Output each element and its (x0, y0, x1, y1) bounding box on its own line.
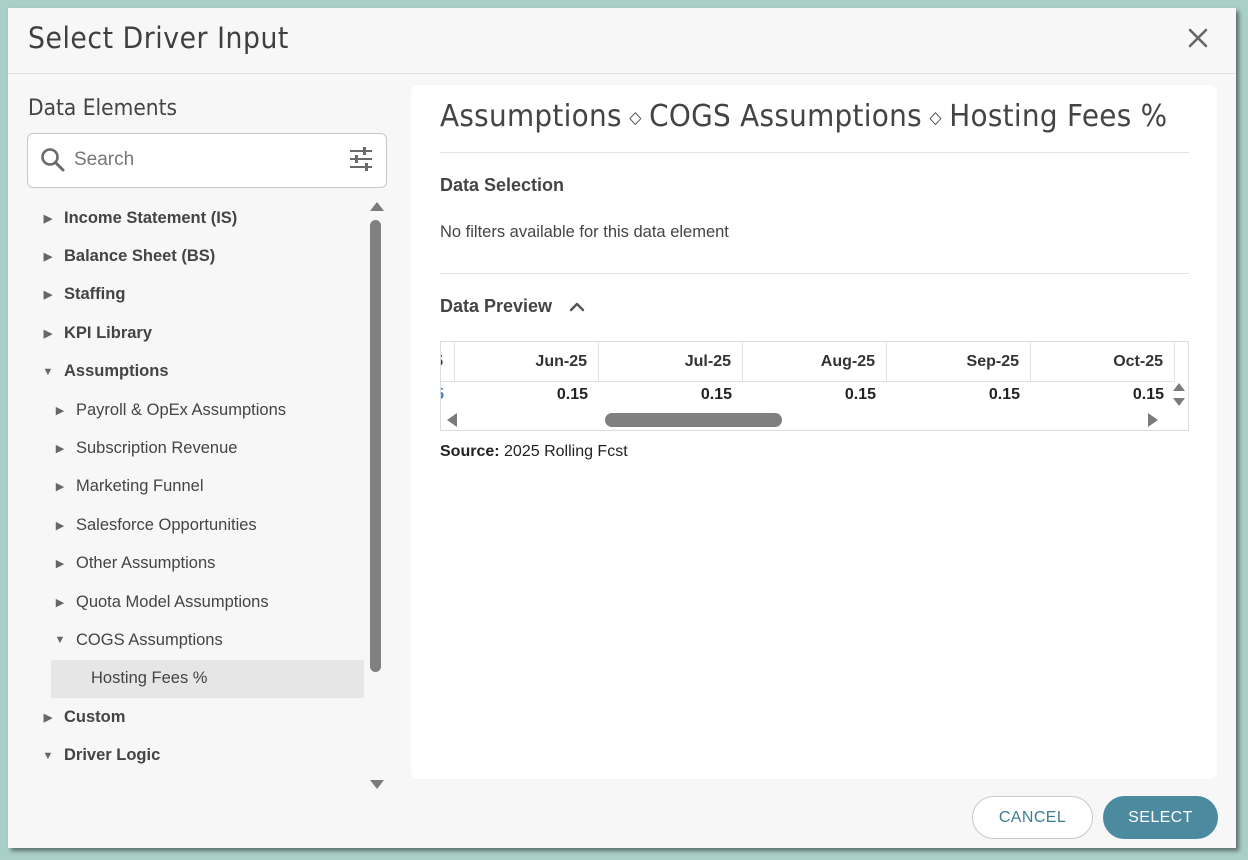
grid-scroll-down-icon[interactable] (1173, 398, 1185, 406)
scroll-left-arrow-icon[interactable] (447, 413, 457, 427)
tree-item-label: Balance Sheet (BS) (64, 246, 216, 265)
tree-item[interactable]: ▶ Income Statement (IS) (38, 199, 364, 237)
grid-cell: 0.15 (556, 386, 588, 403)
tree-item[interactable]: ▶ Other Assumptions (50, 545, 364, 583)
detail-panel: Assumptions ◇ COGS Assumptions ◇ Hosting Fee… (411, 85, 1217, 779)
breadcrumb: Assumptions ◇ COGS Assumptions ◇ Hosting Fee… (440, 99, 1167, 134)
tree-item-label: Assumptions (64, 362, 169, 381)
source-value: 2025 Rolling Fcst (504, 443, 628, 460)
data-elements-tree: ▶ Income Statement (IS) ▶ Balance Sheet (BS… (8, 199, 368, 789)
breadcrumb-separator-icon: ◇ (929, 108, 942, 128)
data-elements-panel: Data Elements ▶ Income Statement (IS) ▶ Bal… (8, 75, 408, 789)
caret-right-icon[interactable]: ▶ (38, 212, 58, 225)
caret-right-icon[interactable]: ▶ (50, 519, 70, 532)
grid-cell: 5 (441, 382, 455, 408)
tree-item-label: Other Assumptions (76, 554, 216, 573)
grid-scroll-up-icon[interactable] (1173, 383, 1185, 391)
tree-item-label: Payroll & OpEx Assumptions (76, 400, 287, 419)
data-elements-heading: Data Elements (28, 96, 178, 121)
caret-right-icon[interactable]: ▶ (38, 711, 58, 724)
grid-column-header: Sep-25 (887, 342, 1031, 381)
breadcrumb-item: Hosting Fees % (949, 99, 1168, 134)
scroll-down-arrow-icon[interactable] (370, 780, 384, 789)
chevron-up-icon[interactable] (568, 298, 586, 316)
search-box (27, 133, 387, 188)
dialog-title: Select Driver Input (28, 21, 289, 55)
grid-column-header: 5 (441, 342, 455, 381)
breadcrumb-item: Assumptions (440, 99, 622, 134)
grid-cell: 0.15 (988, 386, 1020, 403)
tree-item-label: Income Statement (IS) (64, 208, 238, 227)
no-filters-message: No filters available for this data eleme… (440, 223, 729, 241)
tree-item[interactable]: ▶ Marketing Funnel (50, 468, 364, 506)
caret-down-icon[interactable]: ▼ (38, 750, 58, 762)
tree-item[interactable]: ▶ Custom (38, 698, 364, 736)
tree-item-label: Salesforce Opportunities (76, 515, 257, 534)
tree-item[interactable]: Hosting Fees % (51, 659, 364, 698)
data-preview-grid: 5 Jun-25 Jul-25 Aug-25 Sep-25 Oct-25 5 0… (440, 341, 1189, 431)
grid-cell: 0.15 (700, 386, 732, 403)
tree-item[interactable]: ▶ Subscription Revenue (50, 429, 364, 467)
tree-item-label: COGS Assumptions (76, 630, 223, 649)
caret-right-icon[interactable]: ▶ (38, 327, 58, 340)
close-icon[interactable] (1186, 26, 1210, 50)
tree-item[interactable]: ▶ Quota Model Assumptions (50, 583, 364, 621)
tree-item-label: Quota Model Assumptions (76, 592, 269, 611)
caret-right-icon[interactable]: ▶ (50, 557, 70, 570)
caret-right-icon[interactable]: ▶ (50, 404, 70, 417)
tree-item-label: Driver Logic (64, 746, 161, 765)
grid-header-row: 5 Jun-25 Jul-25 Aug-25 Sep-25 Oct-25 (441, 342, 1175, 382)
grid-column-header: Jul-25 (599, 342, 743, 381)
source-label: Source: (440, 443, 500, 460)
grid-column-header: Jun-25 (455, 342, 599, 381)
scroll-thumb[interactable] (370, 220, 381, 672)
divider (440, 152, 1189, 153)
scroll-right-arrow-icon[interactable] (1148, 413, 1158, 427)
scroll-up-arrow-icon[interactable] (370, 202, 384, 211)
caret-right-icon[interactable]: ▶ (50, 596, 70, 609)
tree-item[interactable]: ▼ Assumptions (38, 353, 364, 391)
tree-item[interactable]: ▶ Staffing (38, 276, 364, 314)
tree-item[interactable]: ▼ Driver Logic (38, 737, 364, 775)
search-input[interactable] (74, 146, 334, 174)
select-driver-input-dialog: Select Driver Input Data Elements ▶ Incom… (8, 8, 1236, 848)
horizontal-scroll-thumb[interactable] (605, 413, 782, 427)
caret-right-icon[interactable]: ▶ (50, 480, 70, 493)
grid-data-row: 5 0.15 0.15 0.15 0.15 0.15 (441, 382, 1175, 408)
tree-item-label: Custom (64, 707, 126, 726)
divider (440, 273, 1189, 274)
caret-down-icon[interactable]: ▼ (38, 366, 58, 378)
dialog-header: Select Driver Input (8, 8, 1236, 74)
caret-right-icon[interactable]: ▶ (50, 442, 70, 455)
data-preview-title[interactable]: Data Preview (440, 296, 552, 317)
tree-item-label: Subscription Revenue (76, 438, 238, 457)
tree-item[interactable]: ▶ Salesforce Opportunities (50, 506, 364, 544)
data-selection-title: Data Selection (440, 175, 565, 195)
grid-column-header: Oct-25 (1031, 342, 1175, 381)
tree-item-label: Marketing Funnel (76, 477, 204, 496)
tree-item-label: Hosting Fees % (91, 669, 208, 688)
caret-down-icon[interactable]: ▼ (50, 634, 70, 646)
grid-cell: 0.15 (1132, 386, 1164, 403)
tree-item-label: KPI Library (64, 323, 153, 342)
filter-settings-icon[interactable] (348, 146, 374, 172)
search-icon (40, 147, 66, 173)
tree-item-label: Staffing (64, 285, 126, 304)
select-button[interactable]: SELECT (1103, 796, 1218, 839)
caret-right-icon[interactable]: ▶ (38, 250, 58, 263)
grid-column-header: Aug-25 (743, 342, 887, 381)
tree-item[interactable]: ▶ KPI Library (38, 314, 364, 352)
tree-item[interactable]: ▶ Balance Sheet (BS) (38, 237, 364, 275)
tree-item[interactable]: ▶ Payroll & OpEx Assumptions (50, 391, 364, 429)
breadcrumb-item: COGS Assumptions (649, 99, 922, 134)
cancel-button[interactable]: CANCEL (972, 796, 1093, 839)
grid-cell: 0.15 (844, 386, 876, 403)
caret-right-icon[interactable]: ▶ (38, 288, 58, 301)
tree-scrollbar[interactable] (368, 199, 384, 789)
tree-item[interactable]: ▼ COGS Assumptions (50, 621, 364, 659)
source-line: Source: 2025 Rolling Fcst (440, 443, 628, 461)
breadcrumb-separator-icon: ◇ (629, 108, 642, 128)
grid-horizontal-scrollbar[interactable] (441, 409, 1175, 430)
